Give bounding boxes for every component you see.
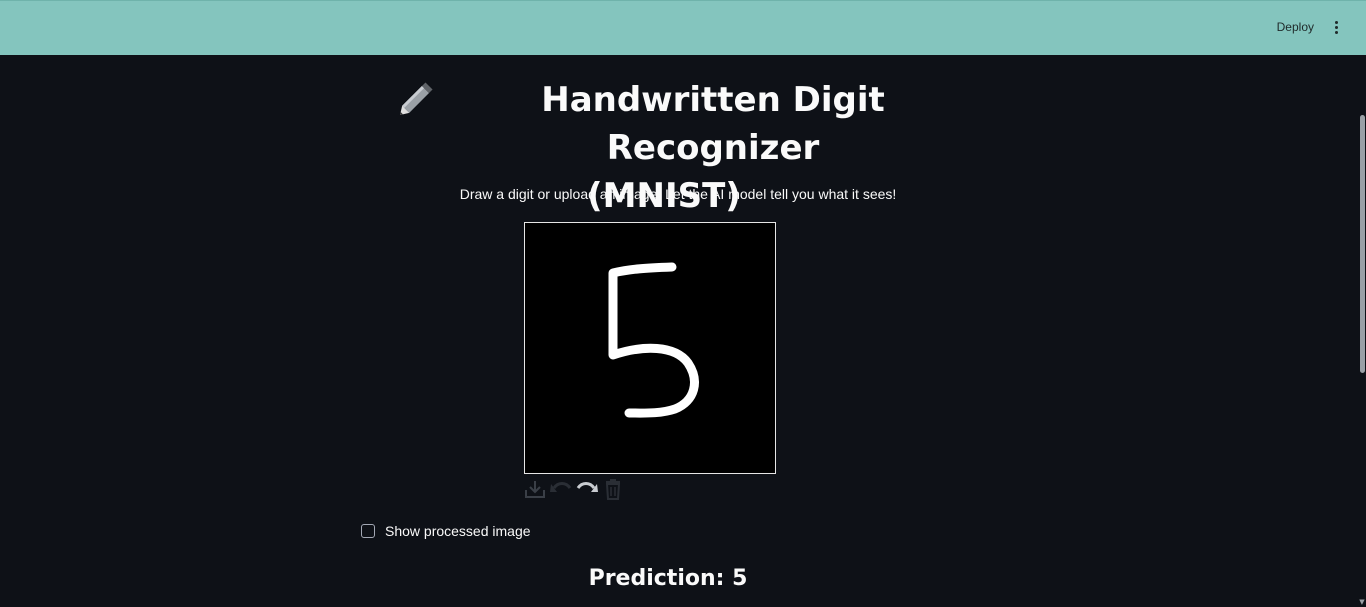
- checkbox-box[interactable]: [361, 524, 375, 538]
- title-line-1: Handwritten Digit Recognizer: [541, 80, 885, 168]
- subtitle: Draw a digit or upload an image. Let the…: [459, 186, 897, 202]
- show-processed-image-checkbox[interactable]: Show processed image: [361, 521, 531, 541]
- drawn-digit-stroke: [608, 262, 699, 418]
- deploy-button[interactable]: Deploy: [1277, 20, 1314, 34]
- canvas-toolbar: [523, 478, 625, 500]
- checkbox-label: Show processed image: [385, 523, 531, 539]
- scrollbar[interactable]: ▼: [1358, 55, 1366, 607]
- redo-icon[interactable]: [575, 478, 599, 500]
- kebab-menu-icon[interactable]: [1328, 21, 1344, 37]
- download-icon[interactable]: [523, 478, 547, 500]
- drawing-canvas[interactable]: [524, 222, 776, 474]
- undo-icon[interactable]: [549, 478, 573, 500]
- trash-icon[interactable]: [601, 478, 625, 500]
- scroll-thumb[interactable]: [1360, 115, 1365, 373]
- prediction-result: Prediction: 5: [588, 566, 748, 591]
- top-header: Deploy: [0, 0, 1366, 55]
- scroll-down-icon[interactable]: ▼: [1358, 598, 1366, 606]
